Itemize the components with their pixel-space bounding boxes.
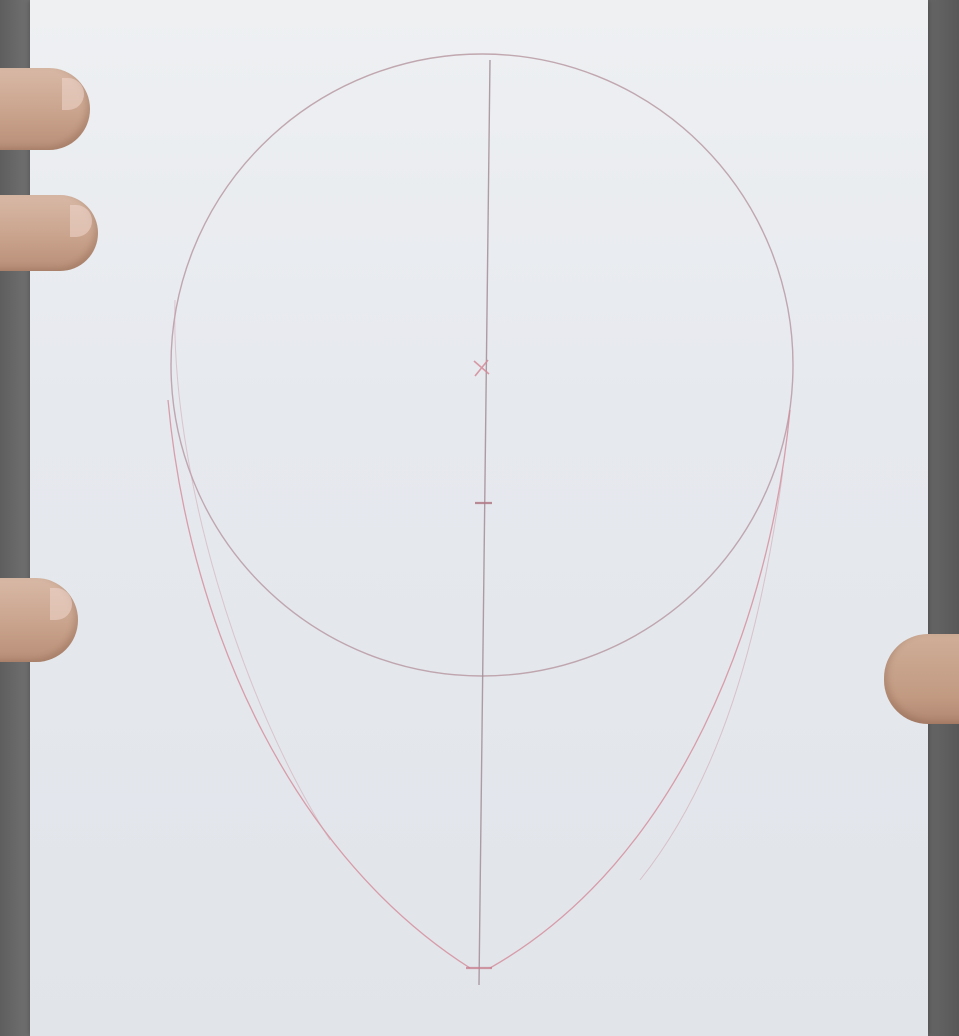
jaw-line-left-guide [174,299,331,841]
left-finger-1 [0,68,90,150]
jaw-line-right [489,409,791,969]
photo-scene [0,0,959,1036]
center-line [478,59,491,986]
cranium-circle [170,53,794,677]
jaw-line-left [167,399,471,969]
jaw-line-right-guide [639,469,784,881]
left-finger-2 [0,195,98,271]
head-sketch [167,53,794,986]
